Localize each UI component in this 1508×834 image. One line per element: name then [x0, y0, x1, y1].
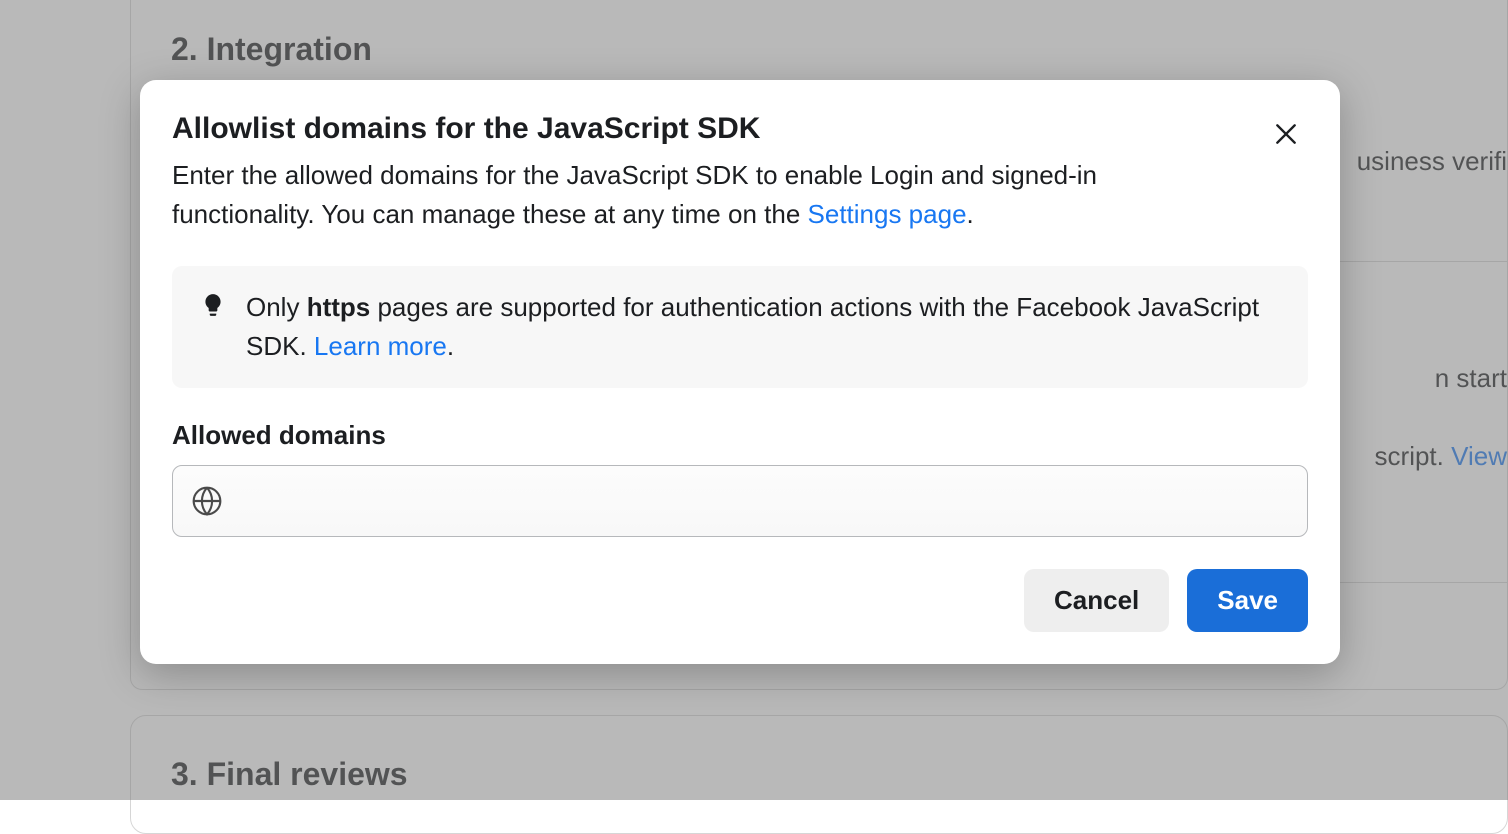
allowed-domains-input[interactable] [239, 487, 1289, 515]
info-bold: https [307, 292, 371, 322]
info-text: Only https pages are supported for authe… [246, 288, 1280, 366]
close-icon [1273, 121, 1299, 147]
modal-header: Allowlist domains for the JavaScript SDK… [172, 112, 1308, 234]
settings-page-link[interactable]: Settings page [808, 199, 967, 229]
allowed-domains-input-wrapper[interactable] [172, 465, 1308, 537]
globe-icon [191, 485, 223, 517]
allowlist-domains-modal: Allowlist domains for the JavaScript SDK… [140, 80, 1340, 664]
close-button[interactable] [1266, 114, 1306, 154]
save-button[interactable]: Save [1187, 569, 1308, 632]
cancel-button[interactable]: Cancel [1024, 569, 1169, 632]
modal-subtitle: Enter the allowed domains for the JavaSc… [172, 156, 1212, 234]
learn-more-link[interactable]: Learn more [314, 331, 447, 361]
modal-subtitle-after: . [967, 199, 974, 229]
lightbulb-icon [200, 292, 226, 323]
modal-title: Allowlist domains for the JavaScript SDK [172, 112, 1308, 146]
modal-footer: Cancel Save [172, 569, 1308, 632]
allowed-domains-label: Allowed domains [172, 420, 1308, 451]
info-before: Only [246, 292, 307, 322]
info-box: Only https pages are supported for authe… [172, 266, 1308, 388]
info-after: . [447, 331, 454, 361]
